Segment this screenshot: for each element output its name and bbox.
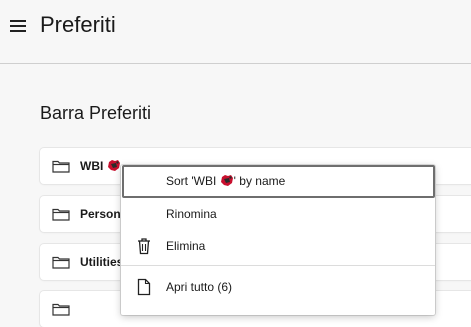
header-divider (0, 63, 471, 64)
sort-by-name-label: Sort 'WBI ' by name (166, 174, 286, 188)
folder-label: WBI (80, 158, 121, 174)
sort-by-name-item[interactable]: Sort 'WBI ' by name (121, 165, 435, 198)
menu-separator (121, 265, 435, 266)
folder-icon (52, 160, 70, 173)
trash-icon (138, 238, 150, 255)
context-menu: Sort 'WBI ' by name Rinomina Elimina Apr… (121, 165, 435, 315)
rename-item[interactable]: Rinomina (121, 198, 435, 230)
open-all-label: Apri tutto (6) (166, 280, 233, 294)
folder-icon (52, 303, 70, 316)
delete-label: Elimina (166, 239, 206, 253)
delete-item[interactable]: Elimina (121, 230, 435, 262)
folder-icon (52, 256, 70, 269)
hamburger-icon[interactable] (10, 19, 27, 32)
section-title: Barra Preferiti (40, 103, 152, 123)
page-icon (137, 278, 151, 296)
team-badge-icon (220, 175, 233, 186)
app-header: Preferiti (0, 0, 471, 63)
folder-label: Utilities (80, 255, 124, 269)
page-title: Preferiti (40, 12, 116, 37)
open-all-item[interactable]: Apri tutto (6) (121, 271, 435, 303)
rename-label: Rinomina (166, 207, 217, 221)
folder-icon (52, 208, 70, 221)
team-badge-icon (108, 160, 121, 171)
